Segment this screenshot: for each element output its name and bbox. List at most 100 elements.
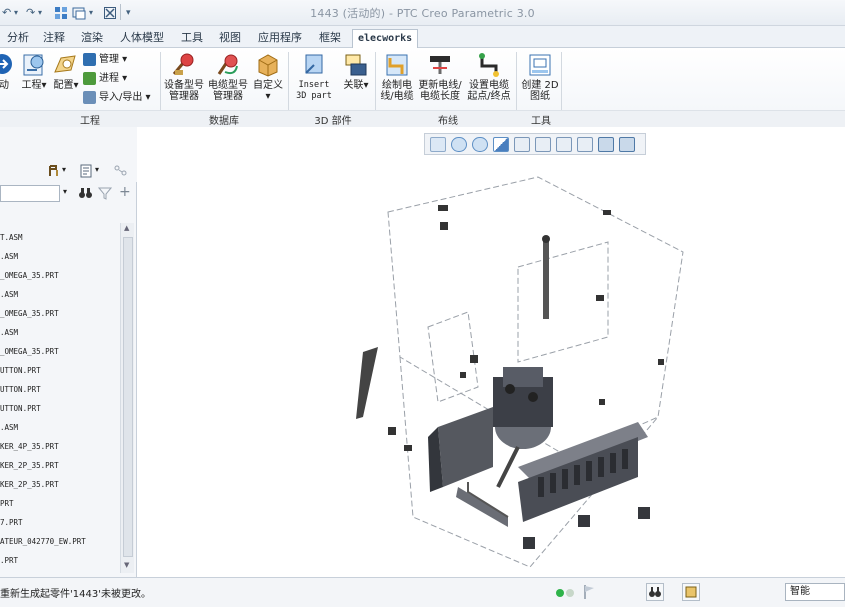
import-export-icon [83, 90, 96, 104]
annotation-display-icon[interactable] [619, 137, 635, 152]
spin-center-icon[interactable] [598, 137, 614, 152]
zoom-out-icon[interactable] [472, 137, 488, 152]
tree-item[interactable]: PRT [0, 497, 14, 511]
assembly-model-view[interactable] [138, 127, 845, 577]
selection-buffer-icon[interactable] [682, 583, 700, 601]
tab-applications[interactable]: 应用程序 [253, 30, 307, 48]
tab-elecworks[interactable]: elecworks [352, 29, 419, 49]
model-tree-toolbar: ▾ ▾ [0, 127, 137, 182]
cable-endpoints-icon [479, 53, 499, 77]
model-tree-panel: ▾ ▾ ▾ + T.ASM .ASM _OMEGA_35.PRT .ASM _O… [0, 127, 137, 577]
draw-wire-label: 绘制电线/电缆 [380, 80, 414, 102]
import-export-menu[interactable]: 导入/导出 ▾ [83, 89, 151, 107]
cable-model-manager-button[interactable]: 电缆型号管理器 [208, 52, 248, 102]
draw-wire-button[interactable]: 绘制电线/电缆 [378, 52, 416, 102]
graphics-window[interactable] [138, 127, 845, 577]
tree-item[interactable]: .PRT [0, 554, 18, 568]
status-light-icon [566, 589, 574, 597]
2d-drawing-icon [529, 54, 551, 76]
create-2d-drawing-button[interactable]: 创建 2D 图纸 [520, 52, 560, 102]
customize-label: 自定义 [253, 80, 283, 91]
tab-manikin[interactable]: 人体模型 [115, 30, 169, 48]
tree-columns-icon[interactable] [113, 164, 129, 178]
cable-endpoints-label: 设置电缆起点/终点 [467, 80, 511, 102]
update-length-label: 更新电线/电缆长度 [418, 80, 462, 102]
associate-icon [345, 54, 367, 76]
tree-item[interactable]: _OMEGA_35.PRT [0, 269, 59, 283]
start-button[interactable]: 动 [0, 52, 16, 91]
selection-filter-select[interactable]: 智能 [785, 583, 845, 601]
view-manager-icon[interactable] [556, 137, 572, 152]
tree-item[interactable]: UTTON.PRT [0, 402, 41, 416]
tree-item[interactable]: .ASM [0, 250, 18, 264]
configure-icon [54, 55, 76, 73]
title-bar: ↶ ▾ ↷ ▾ ▾ ▾ 1443 (活动的) - PTC Creo Parame… [0, 0, 845, 26]
tree-filters-dropdown-icon[interactable]: ▾ [95, 165, 99, 174]
flag-icon[interactable] [582, 584, 596, 600]
window-title: 1443 (活动的) - PTC Creo Parametric 3.0 [310, 7, 535, 20]
scroll-up-icon[interactable]: ▲ [124, 224, 129, 232]
manage-icon [83, 52, 96, 66]
process-menu[interactable]: 进程 ▾ [83, 70, 127, 88]
tree-filters-icon[interactable] [80, 164, 93, 178]
add-column-icon[interactable]: + [119, 184, 131, 200]
scrollbar-thumb[interactable] [123, 237, 133, 557]
display-style-icon[interactable] [535, 137, 551, 152]
configure-button[interactable]: 配置▾ [52, 52, 80, 91]
tree-item[interactable]: T.ASM [0, 231, 23, 245]
tree-item[interactable]: .ASM [0, 288, 18, 302]
saved-orientations-icon[interactable] [514, 137, 530, 152]
tab-tools[interactable]: 工具 [176, 30, 208, 48]
tree-item[interactable]: UTTON.PRT [0, 364, 41, 378]
find-icon[interactable] [646, 583, 664, 601]
tree-item[interactable]: 7.PRT [0, 516, 23, 530]
insert-3d-part-button[interactable]: Insert 3D part [291, 52, 337, 102]
tree-item[interactable]: _OMEGA_35.PRT [0, 307, 59, 321]
tab-view[interactable]: 视图 [214, 30, 246, 48]
tree-scrollbar[interactable]: ▲ ▼ [120, 223, 134, 573]
manage-menu[interactable]: 管理 ▾ [83, 51, 127, 69]
customize-button[interactable]: 自定义▾ [252, 52, 284, 102]
associate-label: 关联 [343, 80, 364, 91]
tree-search-input[interactable] [0, 185, 60, 202]
scroll-down-icon[interactable]: ▼ [124, 561, 129, 569]
tree-item[interactable]: ATEUR_042770_EW.PRT [0, 535, 86, 549]
device-model-manager-button[interactable]: 设备型号管理器 [164, 52, 204, 102]
associate-button[interactable]: 关联▾ [342, 52, 370, 91]
start-label: 动 [0, 80, 9, 91]
tab-framework[interactable]: 框架 [314, 30, 346, 48]
tab-annotate[interactable]: 注释 [38, 30, 70, 48]
tree-settings-icon[interactable] [47, 164, 61, 178]
customize-icon [258, 54, 278, 77]
tree-settings-dropdown-icon[interactable]: ▾ [62, 165, 66, 174]
tree-item[interactable]: _OMEGA_35.PRT [0, 345, 59, 359]
project-button[interactable]: 工程▾ [20, 52, 48, 91]
datum-display-icon[interactable] [577, 137, 593, 152]
project-group-label: 工程 [80, 116, 100, 127]
status-bar: 重新生成起零件'1443'未被更改。 [0, 577, 845, 607]
tools-group-label: 工具 [531, 116, 551, 127]
process-label: 进程 [99, 73, 119, 84]
find-binoculars-icon[interactable] [78, 186, 93, 200]
process-icon [83, 71, 96, 85]
draw-wire-icon [386, 54, 408, 76]
tree-item[interactable]: .ASM [0, 326, 18, 340]
tree-item[interactable]: KER_2P_35.PRT [0, 478, 59, 492]
update-length-icon [430, 56, 450, 74]
refit-icon[interactable] [430, 137, 446, 152]
set-cable-endpoints-button[interactable]: 设置电缆起点/终点 [466, 52, 512, 102]
ribbon-group-labels: 工程 数据库 3D 部件 布线 工具 [0, 110, 845, 127]
tab-analysis[interactable]: 分析 [2, 30, 34, 48]
tree-item[interactable]: UTTON.PRT [0, 383, 41, 397]
tree-item[interactable]: KER_2P_35.PRT [0, 459, 59, 473]
search-dropdown-icon[interactable]: ▾ [63, 187, 67, 196]
zoom-in-icon[interactable] [451, 137, 467, 152]
repaint-icon[interactable] [493, 137, 509, 152]
tree-item[interactable]: .ASM [0, 421, 18, 435]
filter-funnel-icon[interactable] [98, 186, 112, 200]
tree-item[interactable]: KER_4P_35.PRT [0, 440, 59, 454]
ribbon: 动 工程▾ 配置▾ 管理 ▾ 进程 ▾ 导入/导出 ▾ 设备型号管理器 电缆型号… [0, 48, 845, 127]
update-wire-length-button[interactable]: 更新电线/电缆长度 [418, 52, 462, 102]
tab-render[interactable]: 渲染 [76, 30, 108, 48]
cable-manager-label: 电缆型号管理器 [208, 80, 248, 102]
